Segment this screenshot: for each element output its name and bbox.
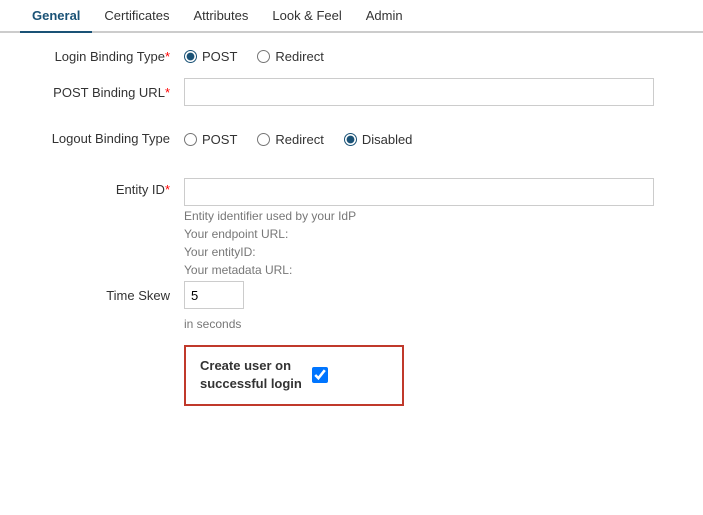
in-seconds-label: in seconds [184,317,241,331]
logout-disabled-radio[interactable] [344,133,357,146]
endpoint-url-hint: Your endpoint URL: [184,227,654,241]
login-redirect-radio[interactable] [257,50,270,63]
logout-post-option[interactable]: POST [184,132,237,147]
logout-post-radio[interactable] [184,133,197,146]
tab-admin[interactable]: Admin [354,0,415,33]
entity-id-field-group: Entity identifier used by your IdP Your … [184,178,654,277]
login-post-option[interactable]: POST [184,49,237,64]
tab-general[interactable]: General [20,0,92,33]
entity-id-url-hint: Your entityID: [184,245,654,259]
metadata-url-hint: Your metadata URL: [184,263,654,277]
login-post-radio[interactable] [184,50,197,63]
login-binding-type-options: POST Redirect [184,49,324,64]
post-binding-url-label: POST Binding URL* [24,85,184,100]
logout-disabled-option[interactable]: Disabled [344,132,413,147]
time-skew-label: Time Skew [24,288,184,303]
tab-certificates[interactable]: Certificates [92,0,181,33]
create-user-label: Create user onsuccessful login [200,357,302,393]
in-seconds-row: in seconds [24,315,679,331]
logout-redirect-radio[interactable] [257,133,270,146]
logout-binding-type-label: Logout Binding Type [24,130,184,148]
logout-disabled-label[interactable]: Disabled [362,132,413,147]
logout-redirect-option[interactable]: Redirect [257,132,323,147]
form-content: Login Binding Type* POST Redirect POST B… [0,33,703,422]
tab-bar: General Certificates Attributes Look & F… [0,0,703,33]
login-binding-type-label: Login Binding Type* [24,49,184,64]
tab-look-and-feel[interactable]: Look & Feel [260,0,353,33]
create-user-checkbox[interactable] [312,367,328,383]
create-user-section: Create user onsuccessful login [24,345,679,405]
login-redirect-option[interactable]: Redirect [257,49,323,64]
login-redirect-label[interactable]: Redirect [275,49,323,64]
logout-post-label[interactable]: POST [202,132,237,147]
entity-id-hints: Entity identifier used by your IdP Your … [184,206,654,277]
post-binding-url-row: POST Binding URL* [24,78,679,106]
logout-binding-type-options: POST Redirect Disabled [184,132,412,147]
login-post-label[interactable]: POST [202,49,237,64]
time-skew-row: Time Skew [24,281,679,309]
logout-redirect-label[interactable]: Redirect [275,132,323,147]
tab-attributes[interactable]: Attributes [181,0,260,33]
entity-id-row: Entity ID* Entity identifier used by you… [24,178,679,277]
create-user-box: Create user onsuccessful login [184,345,404,405]
time-skew-input[interactable] [184,281,244,309]
logout-binding-type-row: Logout Binding Type POST Redirect Disabl… [24,130,679,148]
entity-id-input[interactable] [184,178,654,206]
entity-id-label: Entity ID* [24,178,184,197]
post-binding-url-input[interactable] [184,78,654,106]
entity-id-hint: Entity identifier used by your IdP [184,209,654,223]
login-binding-type-row: Login Binding Type* POST Redirect [24,49,679,64]
